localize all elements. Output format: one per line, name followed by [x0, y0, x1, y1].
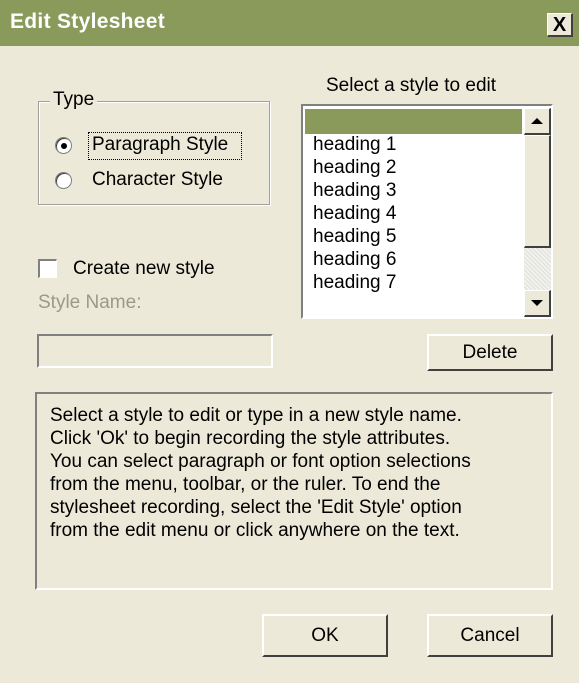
title-bar[interactable]: Edit Stylesheet X	[0, 0, 579, 46]
list-item[interactable]: heading 2	[313, 157, 396, 179]
info-line: from the menu, toolbar, or the ruler. To…	[50, 474, 441, 495]
delete-button[interactable]: Delete	[427, 334, 553, 371]
info-line: from the edit menu or click anywhere on …	[50, 520, 460, 541]
info-line: stylesheet recording, select the 'Edit S…	[50, 497, 462, 518]
info-line: Click 'Ok' to begin recording the style …	[50, 428, 451, 449]
list-item[interactable]: heading 7	[313, 272, 396, 294]
style-name-label: Style Name:	[38, 292, 142, 313]
scroll-down-button[interactable]	[524, 290, 551, 317]
close-button[interactable]: X	[547, 13, 573, 37]
create-new-style-checkbox[interactable]	[38, 259, 57, 278]
paragraph-style-label[interactable]: Paragraph Style	[92, 134, 228, 156]
type-group-legend: Type	[50, 89, 98, 111]
character-style-radio[interactable]	[55, 172, 72, 189]
radio-selected-dot	[61, 143, 67, 149]
paragraph-style-radio[interactable]	[55, 137, 72, 154]
create-new-style-label[interactable]: Create new style	[73, 258, 215, 280]
ok-button[interactable]: OK	[262, 614, 388, 657]
dialog-title: Edit Stylesheet	[10, 10, 166, 33]
arrow-up-icon	[531, 118, 543, 124]
style-list-label: Select a style to edit	[326, 75, 497, 96]
list-item[interactable]: heading 3	[313, 180, 396, 202]
list-item[interactable]: heading 4	[313, 203, 396, 225]
character-style-label[interactable]: Character Style	[92, 169, 223, 191]
list-item[interactable]: heading 5	[313, 226, 396, 248]
list-item[interactable]: heading 1	[313, 134, 396, 156]
vertical-scrollbar[interactable]	[524, 108, 551, 317]
info-panel: Select a style to edit or type in a new …	[35, 392, 553, 590]
scroll-up-button[interactable]	[524, 108, 551, 135]
style-listbox[interactable]: heading 1 heading 2 heading 3 heading 4 …	[301, 104, 553, 319]
arrow-down-icon	[531, 300, 543, 306]
info-line: Select a style to edit or type in a new …	[50, 405, 462, 426]
edit-stylesheet-dialog: Edit Stylesheet X Type Paragraph Style C…	[0, 0, 579, 683]
cancel-button[interactable]: Cancel	[427, 614, 553, 657]
style-name-input[interactable]	[37, 334, 273, 368]
close-icon: X	[552, 13, 567, 36]
list-item-selected[interactable]	[305, 109, 522, 134]
list-item[interactable]: heading 6	[313, 249, 396, 271]
scroll-thumb[interactable]	[524, 135, 551, 248]
info-line: You can select paragraph or font option …	[50, 451, 471, 472]
